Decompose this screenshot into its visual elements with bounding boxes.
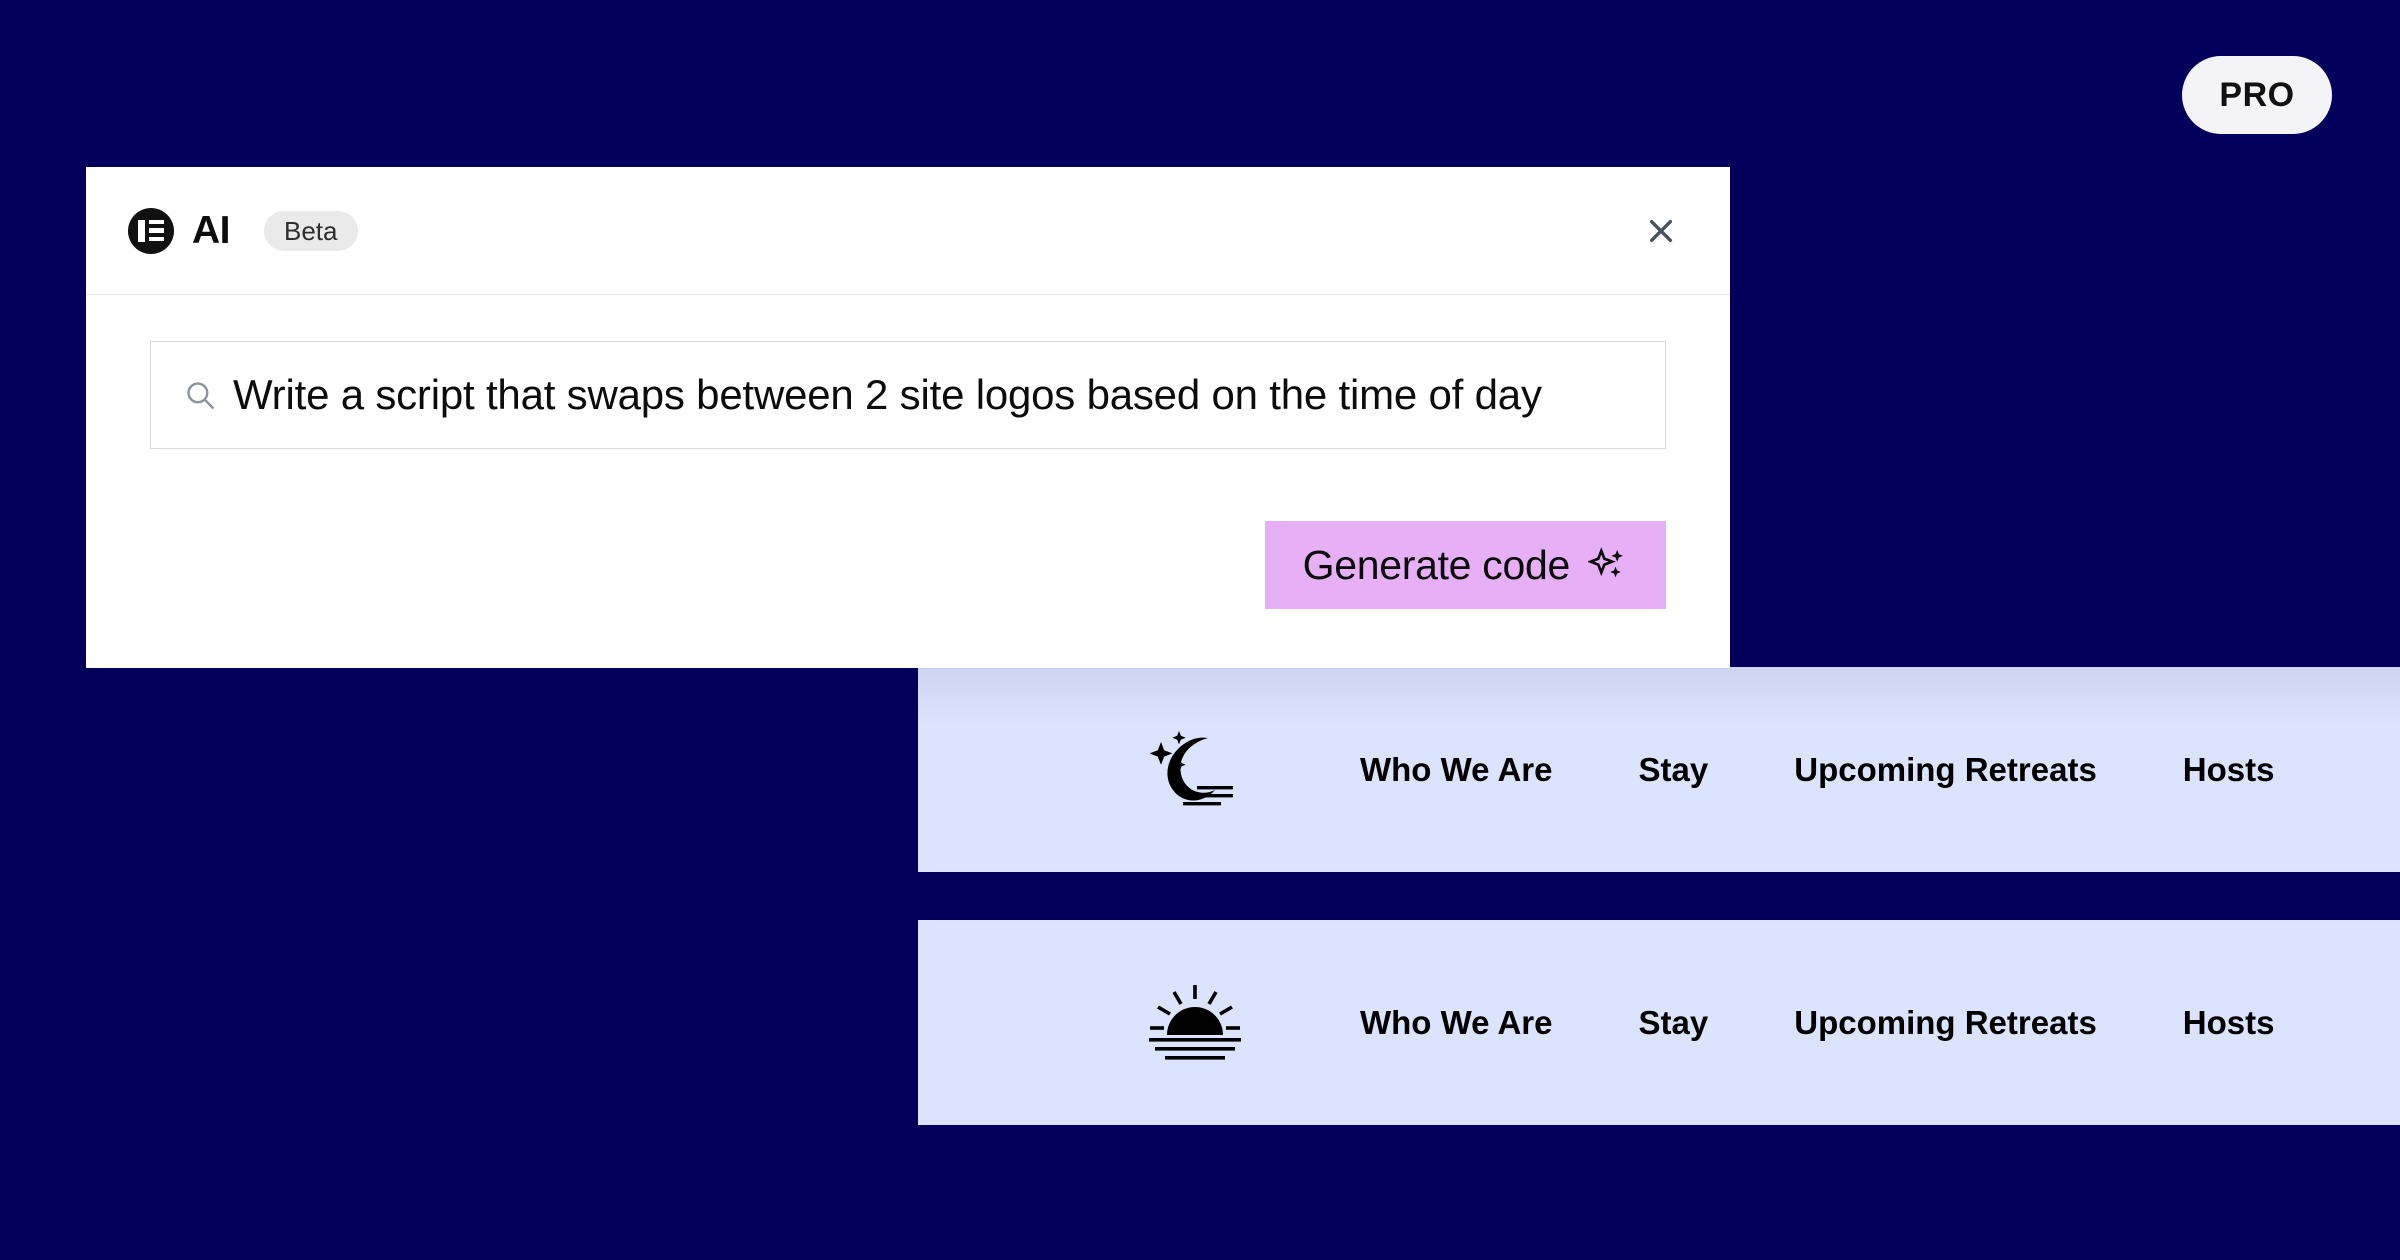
pro-badge: PRO [2182,56,2332,134]
prompt-input-value[interactable]: Write a script that swaps between 2 site… [233,371,1542,419]
ai-panel-body: Write a script that swaps between 2 site… [86,295,1730,668]
navbar-day-links: Who We Are Stay Upcoming Retreats Hosts [1360,1004,2274,1042]
sunrise-icon [1140,978,1250,1068]
nav-link-who-we-are[interactable]: Who We Are [1360,1004,1553,1042]
nav-link-who-we-are[interactable]: Who We Are [1360,751,1553,789]
nav-link-hosts[interactable]: Hosts [2183,1004,2275,1042]
elementor-logo-icon [128,207,174,254]
pro-badge-label: PRO [2219,75,2295,114]
ai-brand: AI Beta [128,207,358,254]
ai-panel-header: AI Beta [86,167,1730,295]
sparkles-icon [1588,545,1628,585]
site-preview: Who We Are Stay Upcoming Retreats Hosts [918,667,2400,1260]
prompt-input[interactable]: Write a script that swaps between 2 site… [150,341,1666,449]
nav-link-hosts[interactable]: Hosts [2183,751,2275,789]
nav-link-stay[interactable]: Stay [1639,751,1709,789]
generate-code-button[interactable]: Generate code [1264,521,1666,609]
navbar-night-links: Who We Are Stay Upcoming Retreats Hosts [1360,751,2274,789]
nav-link-upcoming-retreats[interactable]: Upcoming Retreats [1794,1004,2097,1042]
ai-panel: AI Beta Write a script that swaps betwee… [86,167,1730,668]
nav-link-upcoming-retreats[interactable]: Upcoming Retreats [1794,751,2097,789]
site-navbar-day: Who We Are Stay Upcoming Retreats Hosts [918,920,2400,1125]
site-navbar-night: Who We Are Stay Upcoming Retreats Hosts [918,667,2400,872]
nav-link-stay[interactable]: Stay [1639,1004,1709,1042]
search-icon [181,376,219,414]
close-icon[interactable] [1634,204,1688,258]
crescent-moon-stars-icon [1140,725,1250,815]
generate-code-button-label: Generate code [1302,541,1571,588]
ai-panel-actions: Generate code [150,521,1666,609]
ai-brand-name: AI [192,208,231,252]
beta-badge: Beta [264,210,358,251]
